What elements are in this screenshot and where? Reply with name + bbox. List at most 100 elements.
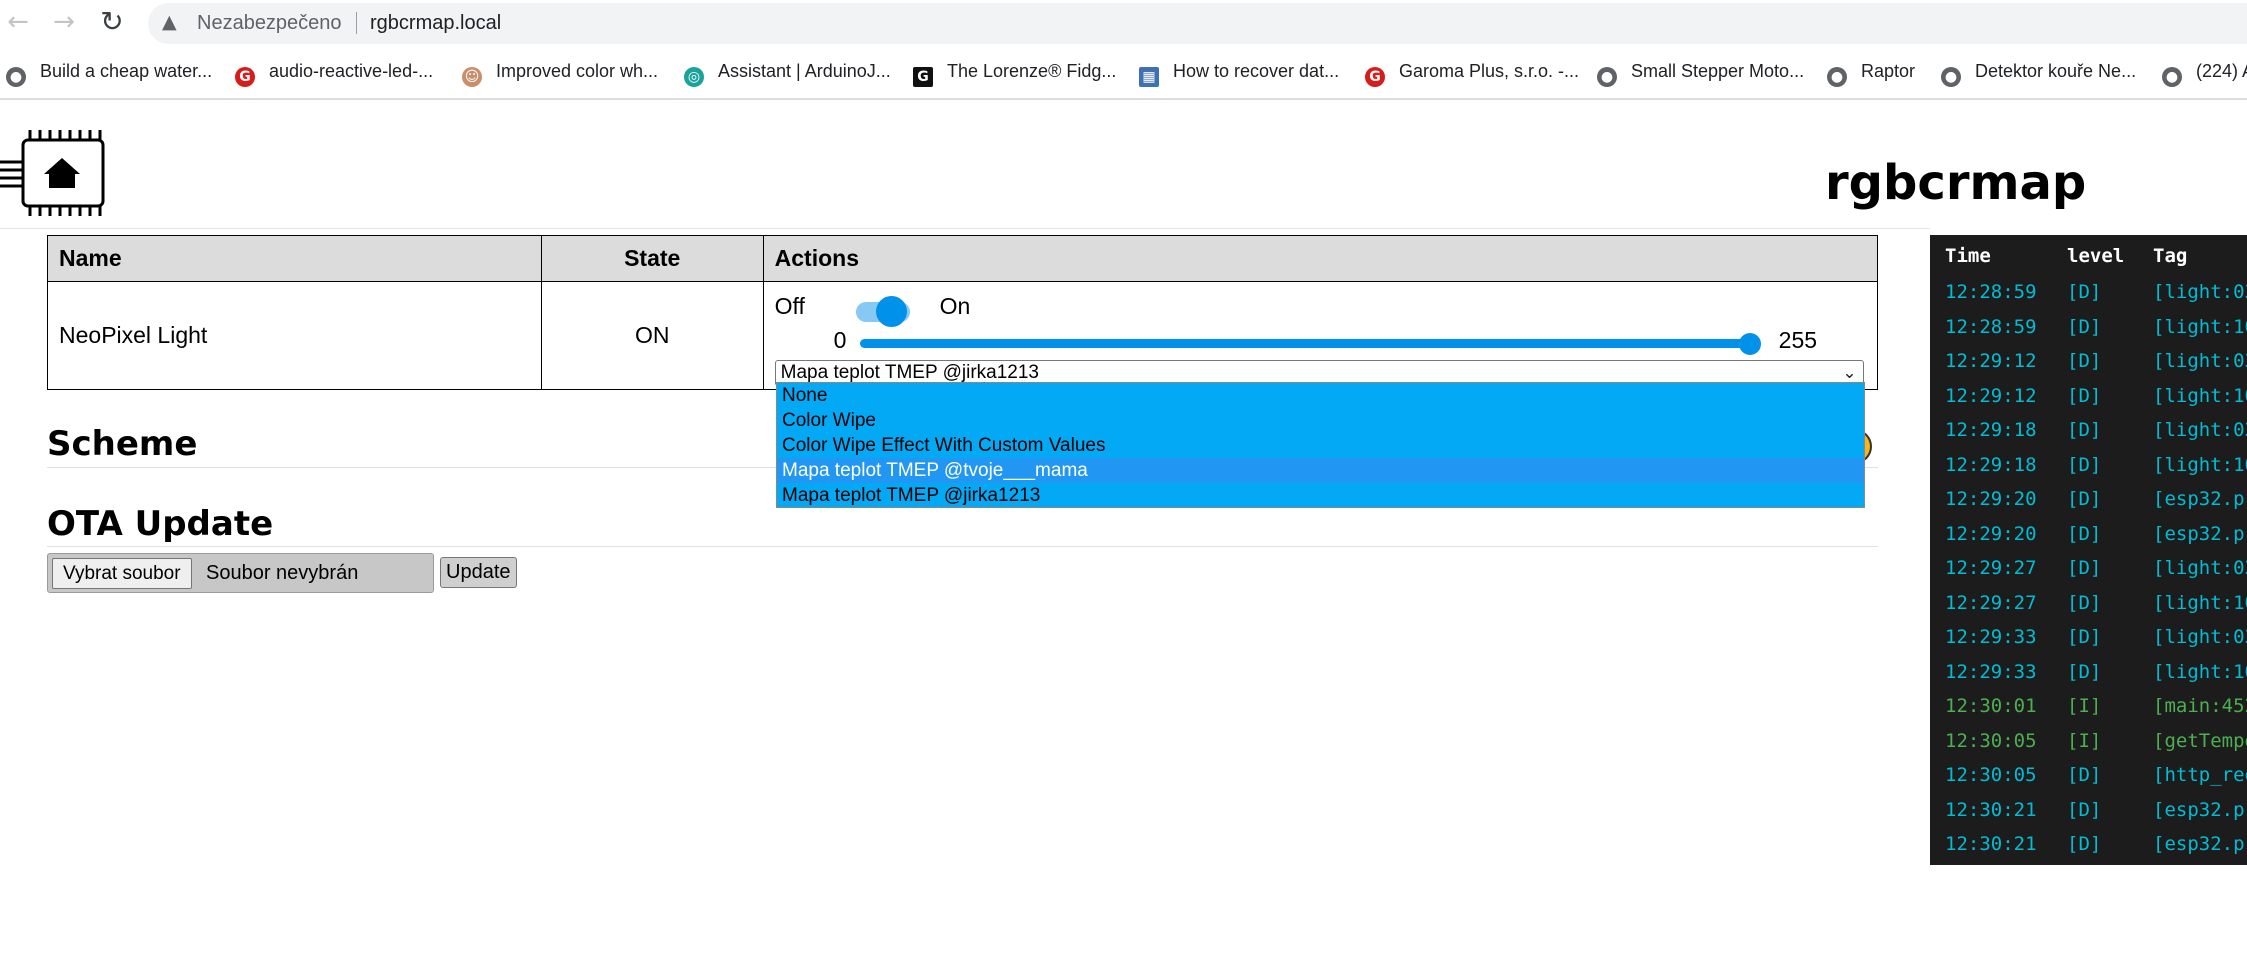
ota-heading: OTA Update xyxy=(47,504,274,544)
log-level: [D] xyxy=(2067,315,2102,338)
log-time: 12:30:05 xyxy=(1945,729,2037,752)
log-panel[interactable]: Time level Tag 12:28:59 [D] [light:03 12:28… xyxy=(1930,235,2247,865)
log-time: 12:29:33 xyxy=(1945,660,2037,683)
reload-icon[interactable]: ↻ xyxy=(96,6,128,38)
toggle-on-label: On xyxy=(939,293,971,319)
bookmark-item[interactable]: Gaudio-reactive-led-... xyxy=(235,58,434,87)
effect-select-value: Mapa teplot TMEP @jirka1213 xyxy=(780,362,1039,383)
scheme-heading: Scheme xyxy=(47,424,198,464)
log-tag: [main:452 xyxy=(2153,695,2247,717)
dropdown-option-tmep-jirka1213[interactable]: Mapa teplot TMEP @jirka1213 xyxy=(777,483,1864,508)
log-time: 12:28:59 xyxy=(1945,315,2037,338)
toggle-off-label: Off xyxy=(774,293,805,319)
bookmark-item[interactable]: ● (224) A xyxy=(2162,58,2247,87)
log-tag: [light:03 xyxy=(2153,281,2247,303)
log-time: 12:29:33 xyxy=(1945,626,2037,648)
bookmark-label: audio-reactive-led-... xyxy=(269,61,434,81)
column-header-actions: Actions xyxy=(762,235,1879,282)
bookmark-label: Garoma Plus, s.r.o. -... xyxy=(1399,61,1580,81)
log-level: [D] xyxy=(2067,350,2102,372)
bookmark-item[interactable]: ◎ Assistant | ArduinoJ... xyxy=(684,58,891,87)
entity-name: NeoPixel Light xyxy=(47,281,542,390)
url-text[interactable]: rgbcrmap.local xyxy=(370,12,501,35)
log-level: [D] xyxy=(2067,591,2102,614)
bookmark-item[interactable]: ● Small Stepper Moto... xyxy=(1597,58,1804,87)
choose-file-button[interactable]: Vybrat soubor xyxy=(52,558,192,589)
log-time: 12:30:05 xyxy=(1945,764,2037,786)
log-time: 12:29:27 xyxy=(1945,557,2037,579)
red-g-icon: G xyxy=(235,67,255,87)
brightness-slider-thumb[interactable] xyxy=(1738,333,1761,355)
table-row: NeoPixel Light ON Off On 0 255 Mapa tepl… xyxy=(47,281,1879,390)
globe-icon: ● xyxy=(1941,67,1961,87)
bookmark-label: The Lorenze® Fidg... xyxy=(947,61,1117,81)
log-level: [D] xyxy=(2067,419,2102,441)
bookmark-label: Detektor kouře Ne... xyxy=(1975,61,2137,81)
log-time: 12:29:27 xyxy=(1945,591,2037,614)
log-time: 12:30:21 xyxy=(1945,798,2037,821)
dropdown-option-color-wipe[interactable]: Color Wipe xyxy=(777,408,1864,433)
forward-arrow-icon[interactable]: → xyxy=(48,6,80,38)
back-arrow-icon[interactable]: ← xyxy=(2,6,34,38)
bookmark-item[interactable]: ▦ How to recover dat... xyxy=(1139,58,1340,87)
log-header-time: Time xyxy=(1945,245,1991,267)
log-time: 12:29:12 xyxy=(1945,350,2037,372)
ota-divider xyxy=(47,546,1878,547)
log-tag: [light:03 xyxy=(2153,419,2247,441)
bookmark-item[interactable]: ● Raptor xyxy=(1827,58,1916,87)
table-header-row: Name State Actions xyxy=(47,235,1879,282)
bookmark-item[interactable]: ☺ Improved color wh... xyxy=(462,58,658,87)
dropdown-option-none[interactable]: None xyxy=(777,383,1864,408)
log-time: 12:28:59 xyxy=(1945,281,2037,303)
circle-icon: ◎ xyxy=(684,67,704,87)
log-time: 12:30:21 xyxy=(1945,833,2037,855)
power-toggle-knob[interactable] xyxy=(875,296,907,327)
globe-icon: ● xyxy=(2162,67,2182,87)
log-tag: [light:10 xyxy=(2153,660,2247,683)
log-level: [I] xyxy=(2067,729,2102,752)
log-time: 12:30:01 xyxy=(1945,695,2037,717)
log-time: 12:29:12 xyxy=(1945,384,2037,407)
actions-cell: Off On 0 255 Mapa teplot TMEP @jirka1213… xyxy=(762,281,1879,390)
face-icon: ☺ xyxy=(462,67,482,87)
log-tag: [light:10 xyxy=(2153,591,2247,614)
log-tag: [light:10 xyxy=(2153,315,2247,338)
file-status: Soubor nevybrán xyxy=(206,562,359,584)
brightness-slider[interactable] xyxy=(859,339,1746,348)
globe-icon: ● xyxy=(1597,67,1617,87)
log-level: [D] xyxy=(2067,384,2102,407)
dropdown-option-color-wipe-custom[interactable]: Color Wipe Effect With Custom Values xyxy=(777,433,1864,458)
bookmarks-bar: ● Build a cheap water... Gaudio-reactive-… xyxy=(0,52,2247,90)
entities-table: Name State Actions NeoPixel Light ON Off… xyxy=(47,235,1879,390)
bookmark-item[interactable]: ● Detektor kouře Ne... xyxy=(1941,58,2137,87)
bookmark-label: Raptor xyxy=(1861,61,1916,81)
update-button[interactable]: Update xyxy=(440,557,517,588)
log-tag: [getTempe xyxy=(2153,729,2247,752)
bookmark-label: How to recover dat... xyxy=(1173,61,1340,81)
bookmark-label: Build a cheap water... xyxy=(40,61,213,81)
brightness-max-label: 255 xyxy=(1778,327,1818,353)
log-level: [D] xyxy=(2067,453,2102,476)
bookmark-item[interactable]: G The Lorenze® Fidg... xyxy=(913,58,1117,87)
address-separator xyxy=(356,12,357,34)
bookmark-label: (224) A xyxy=(2196,61,2247,81)
log-level: [D] xyxy=(2067,488,2102,510)
chrome-divider xyxy=(0,98,2247,100)
header-divider xyxy=(0,228,1930,229)
db-icon: ▦ xyxy=(1139,67,1159,87)
chip-home-logo-icon xyxy=(0,130,105,216)
bookmark-label: Assistant | ArduinoJ... xyxy=(718,61,891,81)
bookmark-item[interactable]: G Garoma Plus, s.r.o. -... xyxy=(1365,58,1580,87)
dropdown-option-tmep-tvoje-mama[interactable]: Mapa teplot TMEP @tvoje___mama xyxy=(777,458,1864,483)
page-title: rgbcrmap xyxy=(1825,155,2087,211)
address-bar[interactable]: ▲ Nezabezpečeno rgbcrmap.local xyxy=(148,3,2247,44)
log-tag: [http_req xyxy=(2153,764,2247,786)
log-tag: [light:10 xyxy=(2153,453,2247,476)
log-tag: [esp32.pr xyxy=(2153,798,2247,821)
file-input[interactable]: Vybrat soubor Soubor nevybrán xyxy=(47,553,434,593)
entity-state: ON xyxy=(540,281,764,390)
insecure-label[interactable]: Nezabezpečeno xyxy=(197,12,342,35)
warning-triangle-icon[interactable]: ▲ xyxy=(162,12,182,32)
bookmark-item[interactable]: ● Build a cheap water... xyxy=(6,58,213,87)
globe-icon: ● xyxy=(6,67,26,87)
